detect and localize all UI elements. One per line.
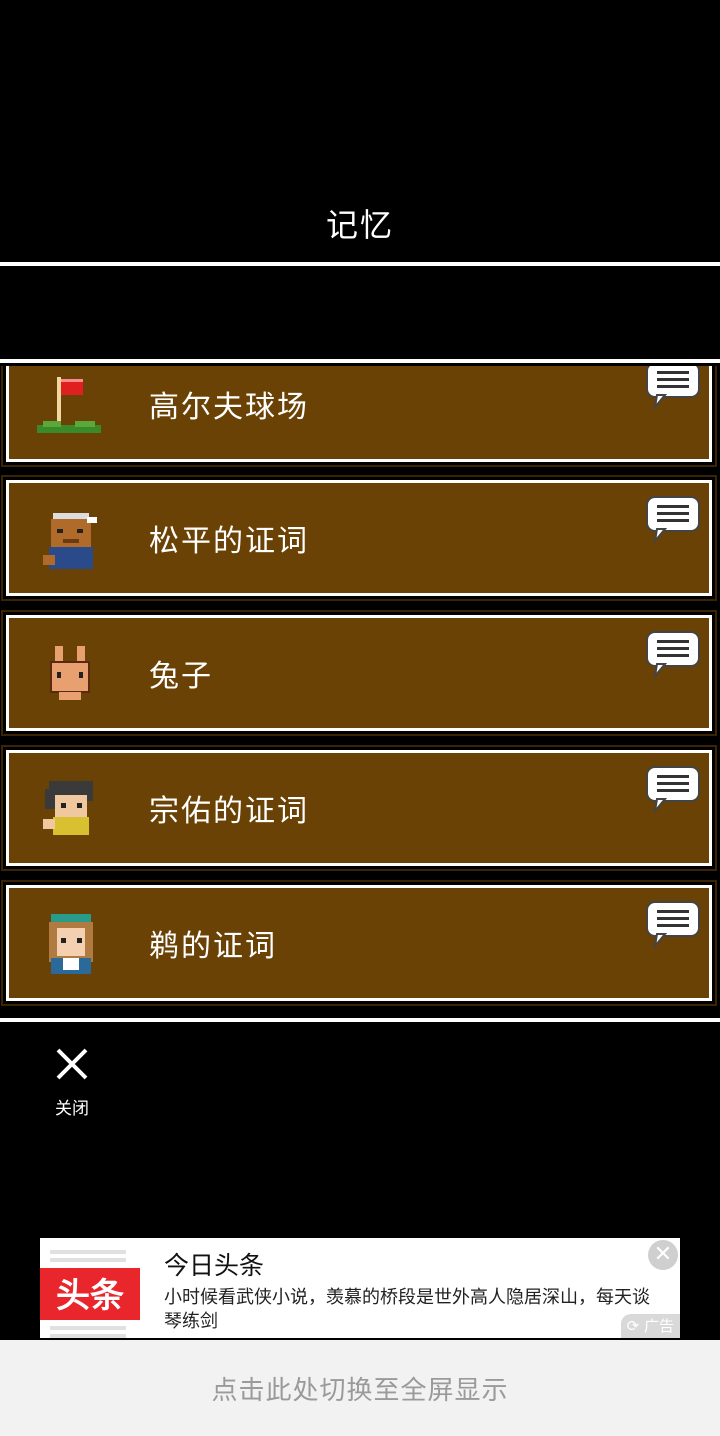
close-button[interactable]: 关闭 [46,1044,98,1119]
page-title: 记忆 [325,206,394,244]
ad-title: 今日头条 [164,1251,265,1280]
ad-banner[interactable]: 头条 今日头条 小时候看武侠小说，羡慕的桥段是世外高人隐居深山，每天谈琴练剑 ✕… [40,1238,680,1338]
speech-bubble-icon [646,631,700,678]
divider-top [0,262,720,266]
speech-bubble-icon [646,901,700,948]
memory-item-matsudaira-testimony[interactable]: 松平的证词 [6,480,712,596]
sosuke-portrait-icon [43,781,93,835]
close-label: 关闭 [55,1099,89,1119]
memory-item-u-testimony[interactable]: 鹈的证词 [6,885,712,1001]
memory-label: 宗佑的证词 [149,794,309,829]
memory-item-rabbit[interactable]: 兔子 [6,615,712,731]
rabbit-icon [50,646,90,700]
ad-close-button[interactable]: ✕ [648,1240,678,1270]
golf-flag-icon [37,377,101,433]
memory-label: 松平的证词 [149,524,309,559]
memory-item-sosuke-testimony[interactable]: 宗佑的证词 [6,750,712,866]
divider-list-bottom [0,1018,720,1022]
u-portrait-icon [49,914,93,974]
fullscreen-toggle-bar[interactable]: 点击此处切换至全屏显示 [0,1340,720,1436]
refresh-icon: ⟳ [626,1317,640,1335]
toutiao-logo: 头条 [40,1250,140,1338]
ad-tag-label: 广告 [643,1317,674,1335]
memory-list[interactable]: 高尔夫球场 松平的证词 兔子 宗佑的证词 鹈的证词 [0,366,720,1016]
close-icon [56,1048,88,1080]
fullscreen-toggle-label: 点击此处切换至全屏显示 [211,1375,509,1406]
ad-description: 小时候看武侠小说，羡慕的桥段是世外高人隐居深山，每天谈琴练剑 [164,1287,650,1332]
memory-label: 兔子 [149,659,213,694]
ad-logo-text: 头条 [56,1276,124,1316]
speech-bubble-icon [646,766,700,813]
memory-item-golf-course[interactable]: 高尔夫球场 [6,366,712,462]
memory-label: 高尔夫球场 [149,390,309,425]
divider-list-top [0,359,720,363]
speech-bubble-icon [646,366,700,409]
speech-bubble-icon [646,496,700,543]
matsudaira-portrait-icon [43,513,97,569]
memory-label: 鹈的证词 [149,929,277,964]
ad-tag: ⟳ 广告 [620,1314,680,1338]
